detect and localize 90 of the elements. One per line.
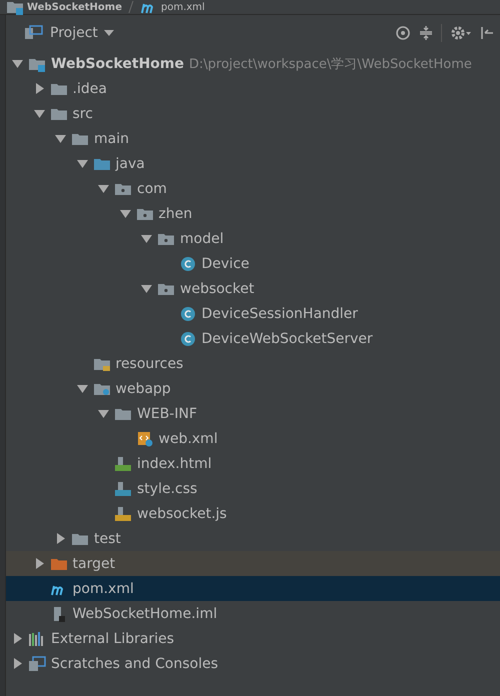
- collapsed-arrow-icon[interactable]: [12, 658, 23, 669]
- breadcrumb-item[interactable]: pom.xml: [140, 0, 205, 15]
- expanded-arrow-icon[interactable]: [141, 283, 152, 294]
- collapsed-arrow-icon[interactable]: [12, 633, 23, 644]
- tree-item[interactable]: Scratches and Consoles: [6, 651, 500, 676]
- settings-button[interactable]: [450, 25, 472, 41]
- tree-item[interactable]: DeviceWebSocketServer: [6, 326, 500, 351]
- class-icon: [178, 330, 196, 346]
- item-label: model: [180, 230, 224, 246]
- expanded-arrow-icon[interactable]: [120, 208, 130, 219]
- libraries-icon: [28, 630, 46, 646]
- project-view-icon: [24, 25, 44, 41]
- item-label: WebSocketHome: [51, 56, 184, 72]
- settings-icon: [450, 25, 472, 41]
- expanded-arrow-icon[interactable]: [141, 233, 152, 244]
- collapse-icon: [419, 25, 433, 41]
- tree-item[interactable]: .idea: [6, 76, 500, 101]
- item-label: target: [72, 556, 116, 572]
- tree-item[interactable]: test: [6, 526, 500, 551]
- expanded-arrow-icon[interactable]: [98, 408, 109, 419]
- collapsed-arrow-icon[interactable]: [55, 533, 66, 544]
- collapse-all-button[interactable]: [419, 25, 433, 41]
- item-path: D:\project\workspace\学习\WebSocketHome: [189, 56, 472, 72]
- collapsed-arrow-icon[interactable]: [34, 558, 44, 569]
- crosshair-icon: [395, 25, 411, 41]
- item-label: src: [72, 106, 93, 122]
- tree-item[interactable]: target: [6, 551, 500, 576]
- tree-item[interactable]: pom.xml: [6, 576, 500, 601]
- item-label: .idea: [72, 80, 107, 96]
- tree-item[interactable]: websocket: [6, 276, 500, 301]
- dropdown-caret-icon: [104, 30, 114, 36]
- item-label: pom.xml: [72, 580, 134, 596]
- item-label: Scratches and Consoles: [51, 656, 218, 672]
- class-icon: [178, 256, 196, 272]
- scratches-icon: [28, 656, 46, 672]
- expanded-arrow-icon[interactable]: [55, 133, 66, 144]
- class-icon: [178, 306, 196, 322]
- item-label: WEB-INF: [137, 406, 197, 422]
- tree-item[interactable]: com: [6, 176, 500, 201]
- locate-button[interactable]: [395, 25, 411, 41]
- item-label: java: [116, 156, 145, 172]
- item-label: com: [137, 180, 167, 196]
- item-label: DeviceSessionHandler: [202, 306, 358, 322]
- tree-item[interactable]: main: [6, 126, 500, 151]
- xml-file-icon: [136, 430, 154, 446]
- item-label: index.html: [137, 456, 212, 472]
- item-label: Device: [202, 256, 250, 272]
- item-label: zhen: [158, 206, 192, 222]
- tree-item[interactable]: External Libraries: [6, 626, 500, 651]
- item-label: resources: [116, 356, 184, 372]
- expanded-arrow-icon[interactable]: [76, 158, 88, 169]
- file-icon: [114, 456, 132, 472]
- item-label: style.css: [137, 480, 198, 496]
- hide-button[interactable]: [480, 25, 494, 41]
- hide-panel-icon: [480, 25, 494, 41]
- item-label: webapp: [116, 380, 171, 396]
- tree-item[interactable]: WEB-INF: [6, 401, 500, 426]
- item-label: web.xml: [158, 430, 218, 446]
- folder-icon: [6, 0, 24, 15]
- breadcrumb-separator-icon: [128, 1, 134, 13]
- item-label: websocket.js: [137, 506, 227, 522]
- tree-item[interactable]: DeviceSessionHandler: [6, 301, 500, 326]
- tree-item[interactable]: style.css: [6, 476, 500, 501]
- tree-item[interactable]: webapp: [6, 376, 500, 401]
- tree-item[interactable]: index.html: [6, 451, 500, 476]
- tree-item[interactable]: src: [6, 101, 500, 126]
- file-icon: [114, 506, 132, 522]
- view-selector[interactable]: Project: [24, 25, 114, 41]
- file-icon: [114, 480, 132, 496]
- item-label: WebSocketHome.iml: [72, 606, 218, 622]
- breadcrumb-item[interactable]: WebSocketHome: [6, 0, 122, 15]
- tree-item[interactable]: websocket.js: [6, 501, 500, 526]
- item-label: main: [94, 130, 129, 146]
- item-label: websocket: [180, 280, 254, 296]
- tree-item[interactable]: zhen: [6, 201, 500, 226]
- tree-item[interactable]: Device: [6, 251, 500, 276]
- tree-item[interactable]: resources: [6, 351, 500, 376]
- tree-item[interactable]: WebSocketHome.iml: [6, 601, 500, 626]
- expanded-arrow-icon[interactable]: [34, 108, 44, 119]
- tree-item[interactable]: WebSocketHome D:\project\workspace\学习\WebSocketHome: [6, 51, 500, 76]
- tree-item[interactable]: java: [6, 151, 500, 176]
- expanded-arrow-icon[interactable]: [98, 183, 109, 194]
- expanded-arrow-icon[interactable]: [76, 383, 88, 394]
- tree-item[interactable]: model: [6, 226, 500, 251]
- item-label: External Libraries: [51, 630, 174, 646]
- item-label: DeviceWebSocketServer: [202, 330, 373, 346]
- collapsed-arrow-icon[interactable]: [34, 83, 44, 94]
- item-label: test: [94, 530, 121, 546]
- expanded-arrow-icon[interactable]: [12, 58, 23, 69]
- tree-item[interactable]: web.xml: [6, 426, 500, 451]
